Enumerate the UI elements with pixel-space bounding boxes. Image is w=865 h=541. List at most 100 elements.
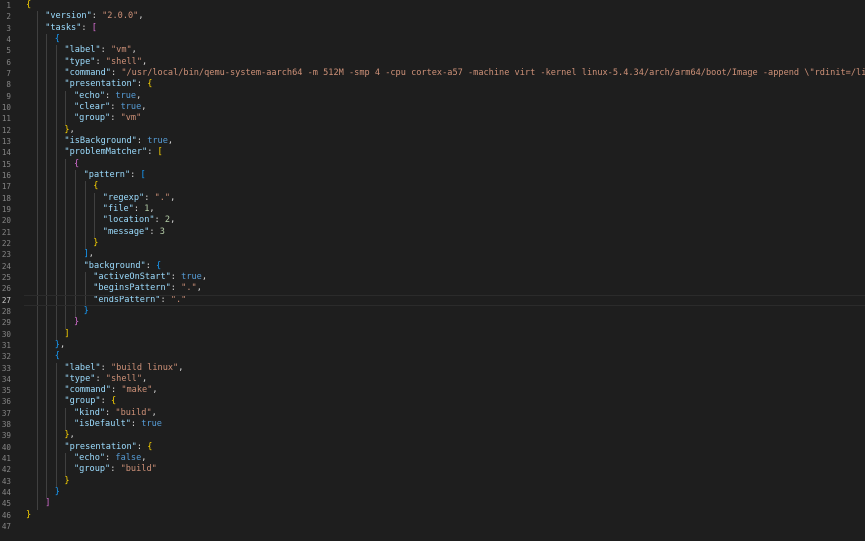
line-code: "isDefault": true: [26, 419, 865, 430]
line-code: "tasks": [: [26, 23, 865, 34]
line-number: 26: [1, 284, 11, 294]
code-line[interactable]: 29}: [0, 317, 865, 329]
code-token: {: [147, 441, 153, 452]
code-line[interactable]: 21 "message": 3: [0, 226, 865, 238]
line-number: 25: [1, 272, 11, 282]
code-token: true: [115, 90, 137, 101]
code-token: ,: [131, 45, 137, 56]
line-number: 19: [1, 204, 11, 214]
code-token: ,: [59, 339, 66, 350]
code-line[interactable]: 20 "location": 2,: [0, 215, 865, 227]
code-line[interactable]: 13 "isBackground": true,: [0, 135, 865, 148]
line-number: 15: [1, 159, 11, 169]
code-token: ,: [149, 203, 155, 214]
code-line[interactable]: 30]: [0, 328, 865, 340]
code-line[interactable]: 40 "presentation": {: [0, 441, 865, 454]
code-line[interactable]: 47: [0, 521, 865, 532]
code-line[interactable]: 19 "file": 1,: [0, 203, 865, 216]
code-line[interactable]: 41 "echo": false,: [0, 453, 865, 465]
code-token: :: [136, 79, 148, 90]
code-token: }: [64, 475, 70, 486]
code-token: "isBackground": [64, 135, 137, 146]
line-code: "kind": "build",: [26, 408, 865, 419]
code-line[interactable]: 17 {: [0, 181, 865, 193]
code-token: :: [105, 407, 116, 418]
code-token: "pattern": [83, 169, 131, 180]
code-line[interactable]: 15 {: [0, 158, 865, 170]
code-line[interactable]: 12},: [0, 124, 865, 136]
code-token: "activeOnStart": [93, 271, 171, 282]
code-token: :: [160, 294, 171, 305]
line-number: 28: [1, 306, 11, 316]
line-code: "regexp": ".",: [26, 193, 865, 204]
code-editor[interactable]: 1{2 "version": "2.0.0", 3 "tasks": [4{5 "lab…: [0, 0, 865, 541]
code-token: ".": [154, 192, 171, 203]
line-code: "beginsPattern": ".",: [26, 283, 865, 294]
code-line[interactable]: 33 "label": "build linux",: [0, 362, 865, 374]
line-number: 38: [1, 420, 11, 430]
line-number: 45: [1, 499, 11, 509]
code-line[interactable]: 1{: [0, 0, 865, 11]
code-token: true: [181, 271, 202, 282]
code-line[interactable]: 4{: [0, 33, 865, 46]
code-line[interactable]: 38 "isDefault": true: [0, 419, 865, 431]
code-token: :: [133, 203, 145, 214]
code-line[interactable]: 42 "group": "build": [0, 464, 865, 476]
code-token: "regexp": [102, 192, 145, 203]
code-line[interactable]: 23],: [0, 249, 865, 261]
code-line[interactable]: 46}: [0, 510, 865, 521]
code-token: :: [110, 113, 121, 124]
code-token: ,: [136, 90, 142, 101]
code-line[interactable]: 25 "activeOnStart": true,: [0, 271, 865, 284]
code-token: ,: [141, 101, 147, 112]
code-line[interactable]: 39},: [0, 430, 865, 442]
code-line[interactable]: 22}: [0, 237, 865, 250]
code-token: "command": [64, 385, 111, 396]
code-line[interactable]: 14 "problemMatcher": [: [0, 147, 865, 159]
code-token: :: [170, 271, 182, 282]
code-line[interactable]: 36 "group": {: [0, 396, 865, 408]
code-token: :: [81, 22, 92, 33]
code-token: :: [136, 441, 148, 452]
line-number: 29: [1, 318, 11, 328]
code-token: ,: [142, 373, 148, 384]
code-token: ]: [45, 498, 51, 509]
code-line[interactable]: 27 "endsPattern": ".": [0, 294, 865, 307]
code-line[interactable]: 8 "presentation": {: [0, 79, 865, 91]
code-line[interactable]: 11 "group": "vm": [0, 113, 865, 125]
line-code: {: [26, 0, 865, 11]
code-line[interactable]: 44}: [0, 487, 865, 499]
code-line[interactable]: 35 "command": "make",: [0, 385, 865, 397]
code-line[interactable]: 3 "tasks": [: [0, 22, 865, 34]
code-token: "type": [64, 373, 96, 384]
code-line[interactable]: 18 "regexp": ".",: [0, 192, 865, 204]
code-line[interactable]: 16 "pattern": [: [0, 169, 865, 182]
line-number: 40: [1, 442, 11, 452]
line-number: 24: [1, 261, 11, 271]
code-line[interactable]: 34 "type": "shell",: [0, 373, 865, 386]
code-line[interactable]: 5 "label": "vm",: [0, 45, 865, 57]
code-line[interactable]: 7 "command": "/usr/local/bin/qemu-system-…: [0, 67, 865, 80]
code-token: true: [141, 419, 162, 430]
editor-lines[interactable]: 1{2 "version": "2.0.0", 3 "tasks": [4{5 "lab…: [0, 0, 865, 532]
code-line[interactable]: 9 "echo": true,: [0, 90, 865, 102]
code-line[interactable]: 10 "clear": true,: [0, 101, 865, 114]
code-line[interactable]: 28}: [0, 305, 865, 318]
line-code: {: [26, 159, 865, 170]
line-number: 5: [6, 46, 11, 56]
code-line[interactable]: 2 "version": "2.0.0",: [0, 11, 865, 23]
code-token: "file": [102, 203, 134, 214]
code-line[interactable]: 24 "background": {: [0, 260, 865, 272]
code-line[interactable]: 37 "kind": "build",: [0, 407, 865, 420]
code-line[interactable]: 45]: [0, 498, 865, 510]
line-code: }: [26, 306, 865, 317]
code-line[interactable]: 31},: [0, 339, 865, 352]
code-token: "kind": [74, 407, 106, 418]
line-number: 1: [6, 1, 11, 10]
code-line[interactable]: 26 "beginsPattern": ".",: [0, 283, 865, 295]
code-token: :: [105, 90, 116, 101]
code-line[interactable]: 6 "type": "shell",: [0, 56, 865, 68]
code-line[interactable]: 32 {: [0, 351, 865, 363]
code-line[interactable]: 43}: [0, 475, 865, 488]
code-token: "endsPattern": [93, 294, 161, 305]
